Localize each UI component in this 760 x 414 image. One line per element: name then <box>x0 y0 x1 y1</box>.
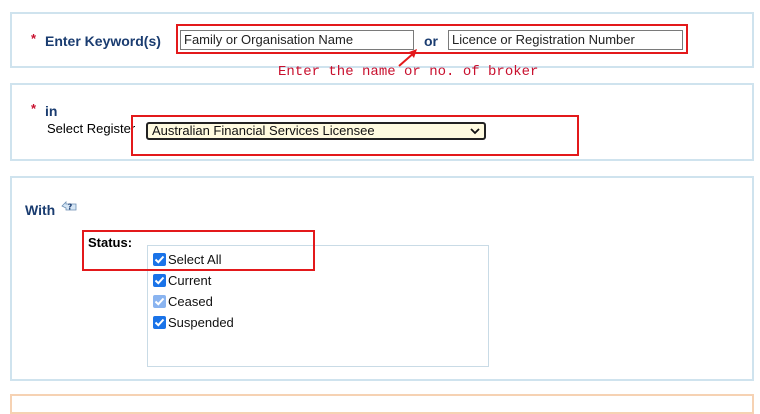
checkbox-checked-icon[interactable] <box>153 273 166 287</box>
svg-text:?: ? <box>68 203 73 212</box>
required-asterisk: * <box>31 31 37 46</box>
option-label: Ceased <box>168 293 213 309</box>
annotation-text: Enter the name or no. of broker <box>278 64 539 80</box>
question-help-icon[interactable]: ? <box>61 199 78 213</box>
checkbox-checked-icon[interactable] <box>153 294 166 308</box>
checkbox-checked-icon[interactable] <box>153 315 166 329</box>
status-highlight-box <box>82 230 315 271</box>
required-asterisk: * <box>31 101 37 116</box>
keyword-highlight-box <box>176 24 688 54</box>
with-label: With <box>25 202 56 218</box>
status-option-suspended[interactable]: Suspended <box>153 313 234 331</box>
keyword-label: Enter Keyword(s) <box>45 33 161 49</box>
in-label: in <box>45 103 58 119</box>
with-panel: With ? Status: Select All Current Ceased <box>10 176 754 381</box>
select-register-label: Select Register <box>47 121 136 136</box>
option-label: Suspended <box>168 314 234 330</box>
status-option-current[interactable]: Current <box>153 271 211 289</box>
register-highlight-box <box>131 115 579 156</box>
option-label: Current <box>168 272 212 288</box>
next-panel <box>10 394 754 414</box>
status-option-ceased[interactable]: Ceased <box>153 292 213 310</box>
